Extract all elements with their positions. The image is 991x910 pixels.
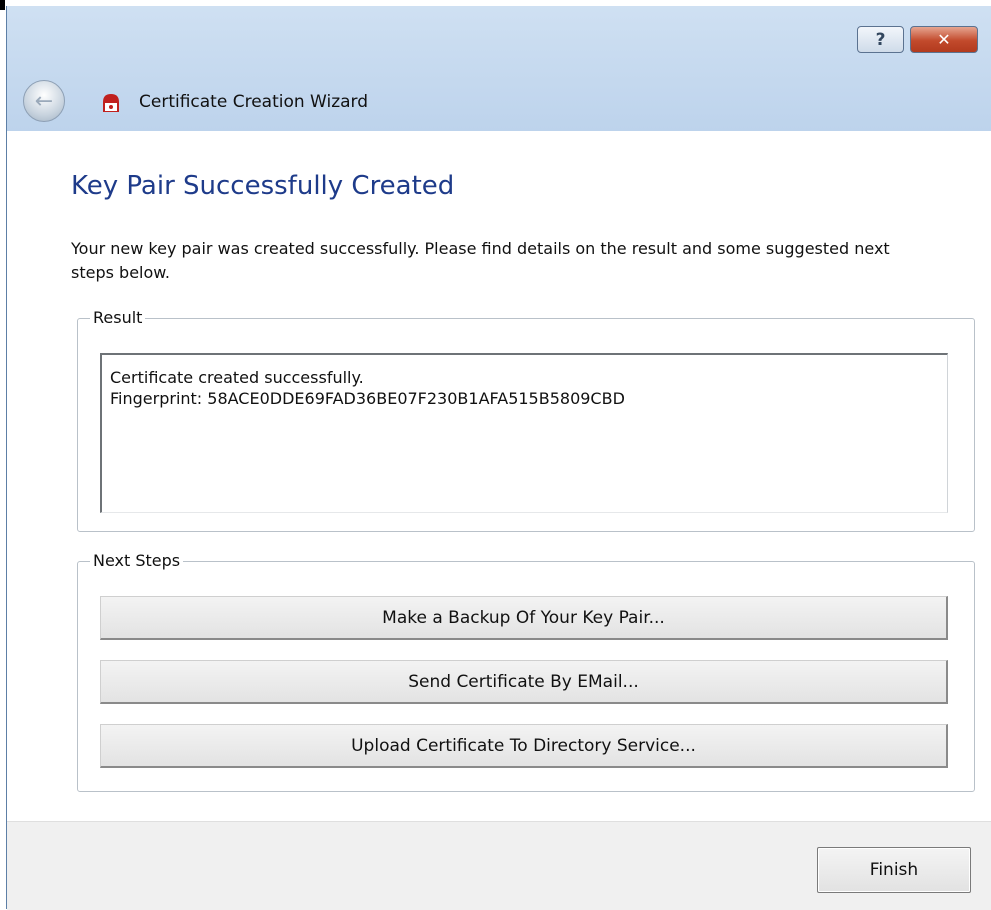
- finish-button[interactable]: Finish: [817, 847, 971, 893]
- wizard-page: Key Pair Successfully Created Your new k…: [7, 131, 991, 821]
- back-arrow-icon: ←: [34, 88, 54, 114]
- page-title: Key Pair Successfully Created: [71, 171, 455, 201]
- help-button[interactable]: ?: [857, 26, 904, 53]
- edge-tick: [0, 0, 5, 10]
- close-button[interactable]: ✕: [910, 26, 978, 53]
- result-group: Result Certificate created successfully.…: [77, 308, 975, 532]
- send-certificate-email-button[interactable]: Send Certificate By EMail...: [100, 660, 948, 704]
- result-group-label: Result: [90, 308, 146, 327]
- backup-key-pair-button[interactable]: Make a Backup Of Your Key Pair...: [100, 596, 948, 640]
- title-bar: ? ✕ ← Certificate Creation Wizard: [7, 6, 991, 131]
- result-text-area[interactable]: Certificate created successfully. Finger…: [100, 353, 948, 513]
- wizard-window: ? ✕ ← Certificate Creation Wizard Key Pa…: [0, 0, 991, 910]
- wizard-footer: Finish: [7, 821, 991, 910]
- window-title: Certificate Creation Wizard: [139, 92, 369, 112]
- upload-certificate-directory-button[interactable]: Upload Certificate To Directory Service.…: [100, 724, 948, 768]
- certificate-app-icon: [103, 94, 119, 112]
- back-button[interactable]: ←: [23, 80, 65, 122]
- window-frame: ? ✕ ← Certificate Creation Wizard Key Pa…: [6, 6, 991, 910]
- next-steps-group: Next Steps Make a Backup Of Your Key Pai…: [77, 551, 975, 792]
- intro-text: Your new key pair was created successful…: [71, 239, 890, 282]
- next-steps-group-label: Next Steps: [90, 551, 184, 570]
